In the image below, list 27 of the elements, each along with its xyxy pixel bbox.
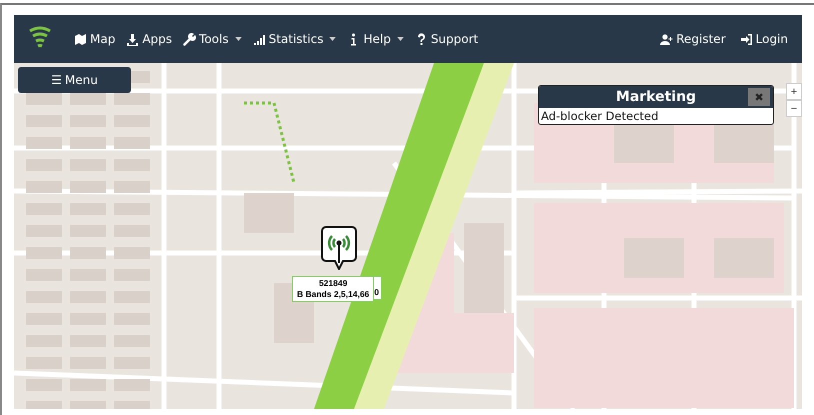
- user-plus-icon: [660, 32, 674, 46]
- caret-icon: [329, 37, 336, 41]
- popup-title: Marketing: [616, 89, 696, 105]
- cell-tower-marker-icon[interactable]: [321, 226, 357, 270]
- caret-icon: [396, 37, 404, 41]
- menu-button[interactable]: ☰ Menu: [18, 67, 131, 93]
- map-icon: [74, 32, 87, 46]
- signal-bars-icon: [252, 32, 266, 46]
- nav-link[interactable]: Register: [660, 32, 726, 46]
- caret-icon: [234, 37, 242, 41]
- street-map-drawing[interactable]: [14, 63, 802, 409]
- wrench-icon: [183, 32, 196, 46]
- zoom-in-button[interactable]: +: [786, 83, 802, 100]
- sign-in-icon: [740, 32, 753, 46]
- download-icon: [126, 32, 140, 46]
- nav-link[interactable]: Support: [414, 32, 478, 46]
- nav-link[interactable]: Login: [740, 32, 788, 46]
- nav-link[interactable]: Statistics: [252, 32, 336, 46]
- close-button[interactable]: ✖: [748, 88, 770, 106]
- nav-link[interactable]: Tools: [183, 32, 242, 46]
- nav-link[interactable]: Map: [74, 32, 116, 46]
- tower-id: 521849: [318, 278, 348, 289]
- popup-message: Ad-blocker Detected: [540, 108, 660, 124]
- nav-link[interactable]: Help: [347, 32, 404, 46]
- hamburger-icon: ☰: [51, 73, 62, 87]
- nav-link[interactable]: Apps: [126, 32, 172, 46]
- zoom-out-button[interactable]: −: [786, 100, 802, 117]
